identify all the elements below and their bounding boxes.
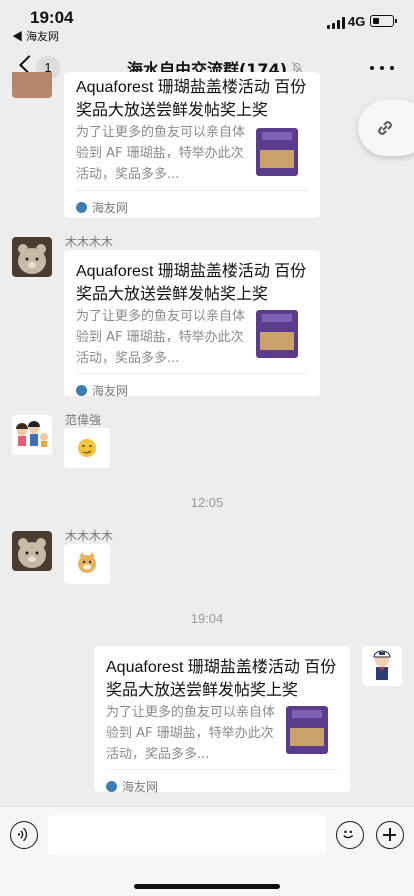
- card-description: 为了让更多的鱼友可以亲自体验到 AF 珊瑚盐，特举办此次活动，奖品多多...: [106, 705, 276, 762]
- avatar[interactable]: [12, 237, 52, 277]
- voice-input-button[interactable]: [10, 821, 38, 849]
- battery-icon: [370, 15, 397, 27]
- sailor-cartoon-avatar-icon: [373, 650, 391, 680]
- smirk-emoji-icon: [78, 439, 96, 457]
- link-card-message[interactable]: Aquaforest 珊瑚盐盖楼活动 百份奖品大放送尝鲜发帖奖上奖 为了让更多的…: [64, 72, 320, 218]
- sender-name: 木木木木: [65, 235, 114, 249]
- doge-emoji-icon: [78, 552, 96, 573]
- message-text-input[interactable]: [48, 815, 326, 855]
- back-to-app-link[interactable]: ◀ 海友网: [12, 28, 59, 44]
- status-time: 19:04: [30, 8, 74, 27]
- card-source: 海友网: [106, 778, 158, 795]
- emoji-icon: [343, 830, 354, 839]
- my-avatar[interactable]: [362, 646, 402, 686]
- voice-icon: [17, 827, 28, 842]
- source-logo-icon: [76, 385, 87, 396]
- source-logo-icon: [76, 202, 87, 213]
- status-bar: 19:04 ◀ 海友网 4G: [0, 0, 414, 44]
- emoji-button[interactable]: [336, 821, 364, 849]
- link-card-message[interactable]: Aquaforest 珊瑚盐盖楼活动 百份奖品大放送尝鲜发帖奖上奖 为了让更多的…: [94, 646, 350, 795]
- sender-name: 木木木木: [65, 529, 114, 543]
- network-type: 4G: [348, 14, 366, 29]
- product-thumbnail: [286, 706, 328, 754]
- source-logo-icon: [106, 781, 117, 792]
- more-options-button[interactable]: [368, 56, 396, 80]
- chat-timestamp: 12:05: [190, 495, 224, 510]
- family-cartoon-avatar-icon: [16, 421, 48, 447]
- card-title: Aquaforest 珊瑚盐盖楼活动 百份奖品大放送尝鲜发帖奖上奖: [106, 659, 337, 699]
- more-functions-button[interactable]: [376, 821, 404, 849]
- link-icon: [378, 121, 392, 135]
- chat-timestamp: 19:04: [190, 611, 224, 626]
- floating-link-button[interactable]: [358, 100, 414, 156]
- signal-icon: [327, 17, 345, 29]
- avatar[interactable]: [12, 415, 52, 455]
- message-input-bar: [0, 806, 414, 896]
- card-source: 海友网: [76, 199, 128, 216]
- product-thumbnail: [256, 128, 298, 176]
- link-card-message[interactable]: Aquaforest 珊瑚盐盖楼活动 百份奖品大放送尝鲜发帖奖上奖 为了让更多的…: [64, 250, 320, 399]
- avatar[interactable]: [12, 531, 52, 571]
- sender-name: 范偉強: [65, 413, 102, 427]
- product-thumbnail: [256, 310, 298, 358]
- avatar[interactable]: [12, 72, 52, 98]
- card-description: 为了让更多的鱼友可以亲自体验到 AF 珊瑚盐，特举办此次活动，奖品多多...: [76, 309, 246, 366]
- card-description: 为了让更多的鱼友可以亲自体验到 AF 珊瑚盐，特举办此次活动，奖品多多...: [76, 125, 246, 182]
- card-title: Aquaforest 珊瑚盐盖楼活动 百份奖品大放送尝鲜发帖奖上奖: [76, 79, 307, 119]
- bear-avatar-icon: [18, 244, 46, 274]
- card-source: 海友网: [76, 382, 128, 399]
- sticker-message[interactable]: [64, 544, 110, 584]
- sticker-message[interactable]: [64, 428, 110, 468]
- card-title: Aquaforest 珊瑚盐盖楼活动 百份奖品大放送尝鲜发帖奖上奖: [76, 263, 307, 303]
- home-indicator[interactable]: [134, 884, 280, 889]
- bear-avatar-icon: [18, 538, 46, 568]
